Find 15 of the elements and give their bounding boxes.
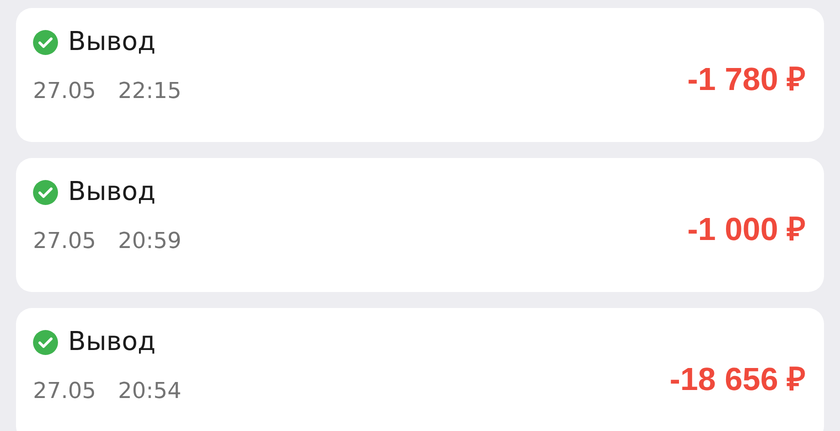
- transaction-date: 27.05: [33, 378, 96, 406]
- transaction-title: Вывод: [68, 176, 156, 209]
- transaction-date: 27.05: [33, 228, 96, 256]
- transaction-time: 20:59: [118, 228, 182, 256]
- transaction-date: 27.05: [33, 78, 96, 106]
- transaction-amount: -1 780 ₽: [687, 60, 806, 99]
- transaction-title: Вывод: [68, 26, 156, 59]
- transaction-time: 20:54: [118, 378, 182, 406]
- transaction-title: Вывод: [68, 326, 156, 359]
- transaction-time: 22:15: [118, 78, 182, 106]
- transaction-card[interactable]: Вывод 27.05 20:54 -18 656 ₽: [16, 308, 824, 431]
- transaction-amount: -18 656 ₽: [670, 360, 806, 399]
- transaction-amount: -1 000 ₽: [687, 210, 806, 249]
- transaction-card[interactable]: Вывод 27.05 20:59 -1 000 ₽: [16, 158, 824, 292]
- transaction-card[interactable]: Вывод 27.05 22:15 -1 780 ₽: [16, 8, 824, 142]
